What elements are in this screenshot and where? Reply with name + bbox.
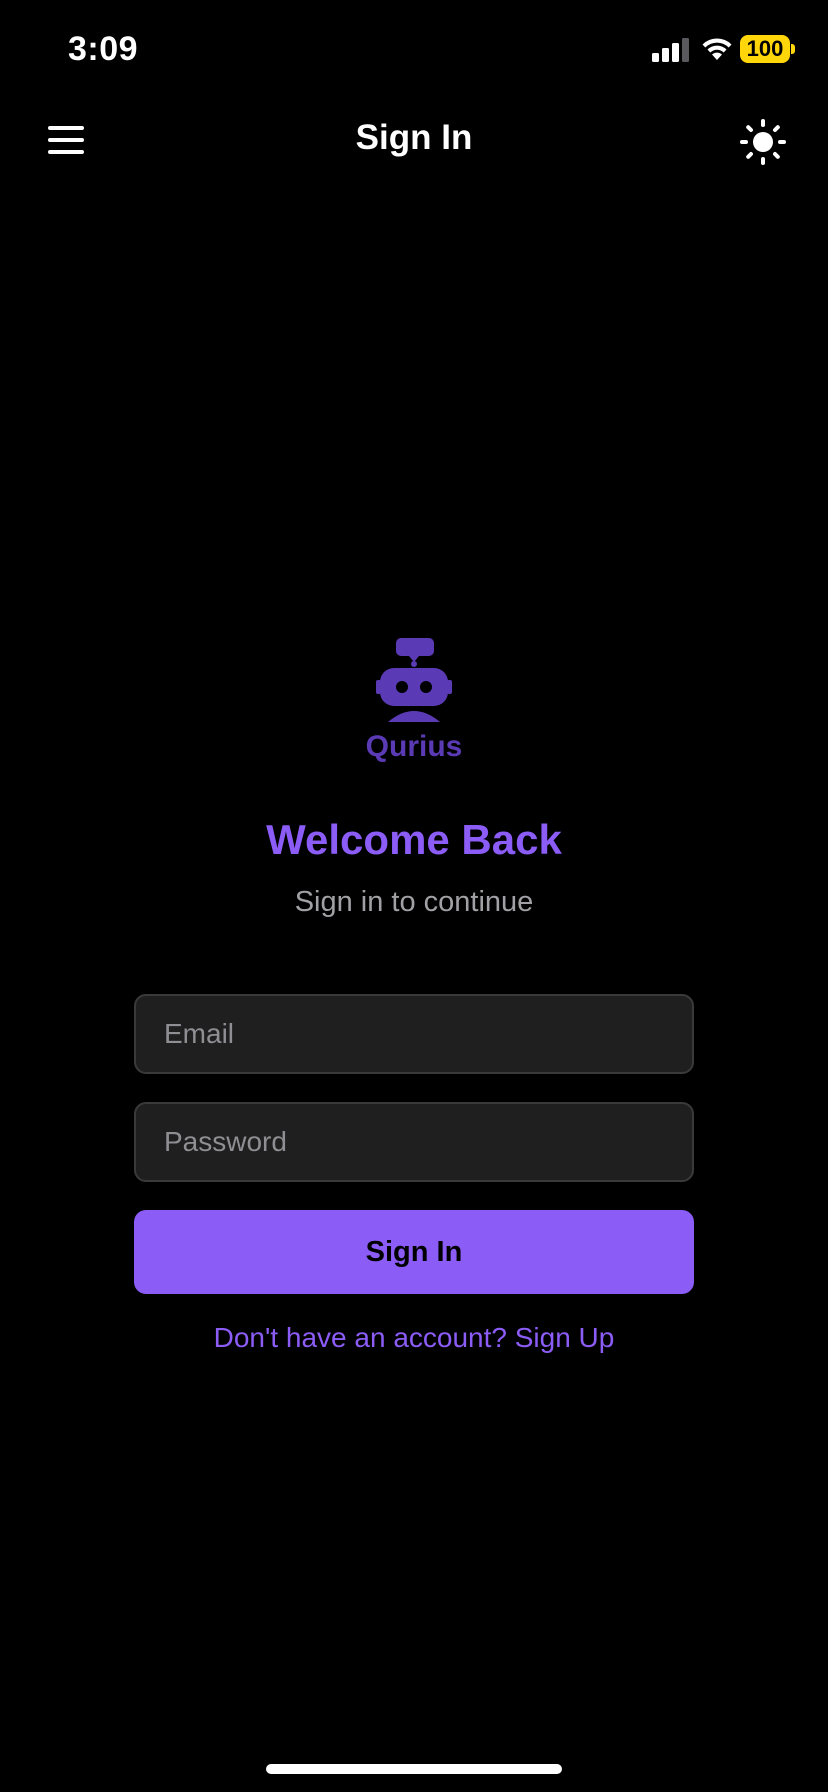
email-field[interactable] [134,994,694,1074]
password-field[interactable] [134,1102,694,1182]
status-time: 3:09 [68,30,139,68]
logo-text: Qurius [366,730,463,763]
page-title: Sign In [355,118,473,157]
welcome-title: Welcome Back [266,816,562,863]
sun-icon[interactable] [740,119,786,165]
wifi-icon [702,38,732,60]
battery-indicator: 100 [740,35,790,63]
sign-in-button[interactable]: Sign In [134,1210,694,1294]
battery-nub [791,44,795,54]
status-bar: 3:09 100 [0,0,828,100]
home-indicator [266,1764,562,1774]
welcome-subtitle: Sign in to continue [294,886,534,918]
qurius-logo: Qurius [366,638,463,763]
cellular-signal-icon [652,38,689,62]
robot-icon [376,638,452,722]
sign-up-link[interactable]: Don't have an account? Sign Up [0,1322,828,1354]
